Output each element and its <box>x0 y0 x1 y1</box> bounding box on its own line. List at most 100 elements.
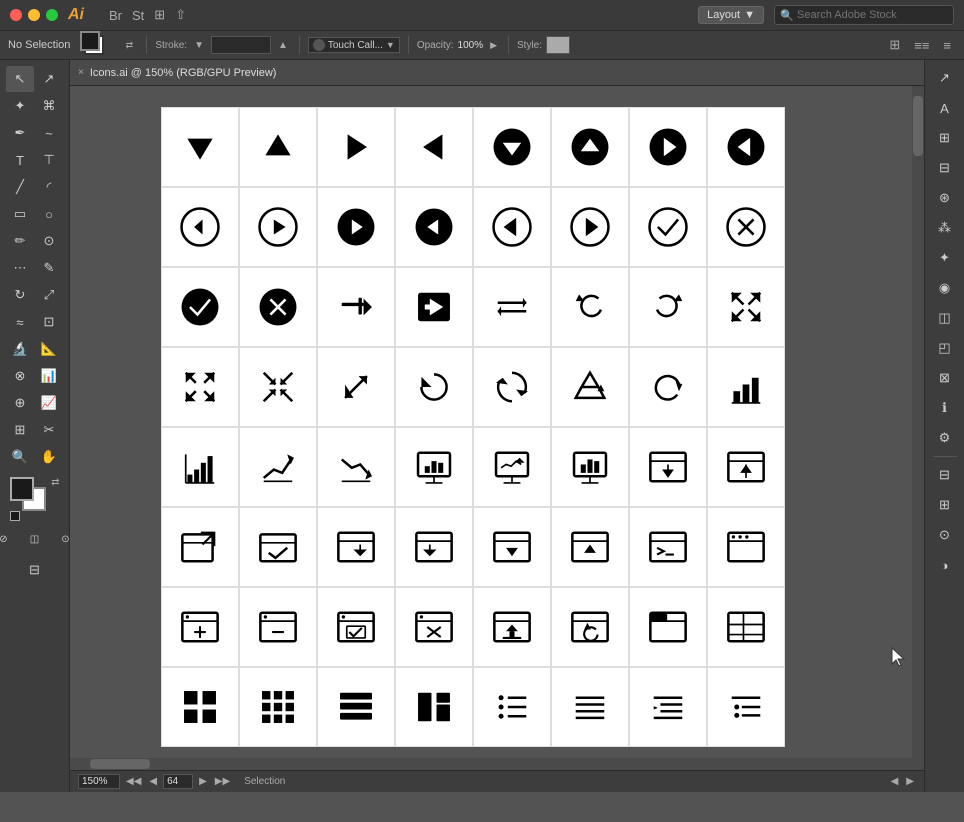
fill-stroke-widget[interactable] <box>80 31 114 59</box>
icon-forward-square[interactable] <box>395 267 473 347</box>
arrow-btn[interactable]: ⇧ <box>170 5 191 25</box>
vertical-scroll-thumb[interactable] <box>913 96 923 156</box>
reset-colors-icon[interactable] <box>10 511 20 521</box>
icon-share[interactable] <box>473 587 551 667</box>
blob-brush-tool[interactable]: ⊙ <box>35 228 63 254</box>
canvas-scroll[interactable] <box>70 86 924 770</box>
icon-4grid[interactable] <box>161 667 239 747</box>
slice-tool[interactable]: ✂ <box>35 417 63 443</box>
cc-library-btn[interactable]: ⊞ <box>930 124 960 152</box>
tab-close-btn[interactable]: × <box>78 67 84 78</box>
icon-9grid[interactable] <box>239 667 317 747</box>
transparency-btn[interactable]: ◰ <box>930 334 960 362</box>
links-btn[interactable]: ⊛ <box>930 184 960 212</box>
properties-btn[interactable]: ⊟ <box>930 154 960 182</box>
icon-circle-outline-left[interactable] <box>161 187 239 267</box>
stroke-weight-up[interactable]: ▲ <box>275 39 291 52</box>
gradient-btn[interactable]: ◫ <box>21 526 49 552</box>
icon-recycle[interactable] <box>551 347 629 427</box>
appearance-btn[interactable]: ◉ <box>930 274 960 302</box>
horizontal-scroll-thumb[interactable] <box>90 759 150 769</box>
scale-tool[interactable]: ⤢ <box>35 282 63 308</box>
icon-circle-arrow-left-2[interactable] <box>395 187 473 267</box>
more-btn[interactable]: ≡ <box>938 36 956 55</box>
symbol-sprayer-tool[interactable]: ⊕ <box>6 390 34 416</box>
icon-candlestick[interactable] <box>473 427 551 507</box>
icon-circle-arrow-down[interactable] <box>473 107 551 187</box>
icon-circle-x[interactable] <box>707 187 785 267</box>
icon-swap[interactable] <box>473 267 551 347</box>
touch-type-tool[interactable]: ⊤ <box>35 147 63 173</box>
icon-lines-list[interactable] <box>551 667 629 747</box>
icon-undo[interactable] <box>551 267 629 347</box>
artboard-tool[interactable]: ⊞ <box>6 417 34 443</box>
icon-arrow-right-filled[interactable] <box>317 107 395 187</box>
pencil-tool[interactable]: ✎ <box>35 255 63 281</box>
status-nav-right[interactable]: ▶ <box>904 776 916 787</box>
layers-btn[interactable]: ⊟ <box>930 461 960 489</box>
select-tool[interactable]: ↖ <box>6 66 34 92</box>
icon-circle-outline-play[interactable] <box>239 187 317 267</box>
layout-button[interactable]: Layout ▼ <box>698 6 764 24</box>
icon-circle-arrow-right[interactable] <box>629 107 707 187</box>
icon-2col-grid[interactable] <box>395 667 473 747</box>
icon-shrink[interactable] <box>239 347 317 427</box>
fg-color-swatch[interactable] <box>10 477 34 501</box>
icon-window-close[interactable] <box>395 587 473 667</box>
artboard-number-input[interactable] <box>163 774 193 789</box>
fill-swatch[interactable] <box>80 31 100 51</box>
icon-rotate[interactable] <box>395 347 473 427</box>
paintbrush-tool[interactable]: ✏ <box>6 228 34 254</box>
column-graph-tool[interactable]: 📈 <box>35 390 63 416</box>
arrange-btn[interactable]: ⊞ <box>884 35 905 55</box>
icon-diagonal-arrow[interactable] <box>317 347 395 427</box>
icon-circle-check[interactable] <box>629 187 707 267</box>
bridge-btn[interactable]: Br <box>104 6 127 25</box>
screen-mode-btn[interactable]: ⊟ <box>21 557 49 583</box>
icon-terminal[interactable] <box>629 507 707 587</box>
icon-list-view[interactable] <box>317 667 395 747</box>
typekit-btn[interactable]: St <box>127 6 149 25</box>
direct-select-tool[interactable]: ↗ <box>35 66 63 92</box>
free-transform-tool[interactable]: ⊡ <box>35 309 63 335</box>
icon-arrow-up-filled[interactable] <box>239 107 317 187</box>
icon-arrow-left-filled[interactable] <box>395 107 473 187</box>
icon-dropdown-up[interactable] <box>551 507 629 587</box>
icon-window-checkbox[interactable] <box>317 587 395 667</box>
magic-wand-tool[interactable]: ✦ <box>6 93 34 119</box>
icon-trend-up[interactable] <box>239 427 317 507</box>
icon-chart-presentation[interactable] <box>395 427 473 507</box>
minimize-button[interactable] <box>28 9 40 21</box>
swatches-btn[interactable]: ⊙ <box>930 521 960 549</box>
icon-reply[interactable] <box>317 267 395 347</box>
touch-call-dropdown[interactable]: Touch Call... ▼ <box>308 37 400 53</box>
stroke-preview[interactable] <box>211 36 271 54</box>
icon-filled-check[interactable] <box>161 267 239 347</box>
export-btn[interactable]: ↗ <box>930 64 960 92</box>
style-swatch[interactable] <box>546 36 570 54</box>
zoom-tool[interactable]: 🔍 <box>6 444 34 470</box>
zoom-input[interactable]: 150% <box>78 774 120 789</box>
nav-prev-btn[interactable]: ◀ <box>147 776 159 787</box>
bar-graph-tool[interactable]: 📊 <box>35 363 63 389</box>
icon-bullet-list[interactable] <box>473 667 551 747</box>
icon-filled-x[interactable] <box>239 267 317 347</box>
lasso-tool[interactable]: ⌘ <box>35 93 63 119</box>
icon-window-back[interactable] <box>395 507 473 587</box>
icon-arrow-down-filled[interactable] <box>161 107 239 187</box>
close-button[interactable] <box>10 9 22 21</box>
icon-bullet-indent-list[interactable] <box>707 667 785 747</box>
icon-circle-left-3[interactable] <box>473 187 551 267</box>
icon-circular-arrows[interactable] <box>473 347 551 427</box>
stroke-panel-btn[interactable]: ⊠ <box>930 364 960 392</box>
icon-expand[interactable] <box>161 347 239 427</box>
shaper-tool[interactable]: ⋯ <box>6 255 34 281</box>
icon-redo[interactable] <box>629 267 707 347</box>
swap-colors-icon[interactable]: ⇄ <box>51 477 59 488</box>
eyedropper-tool[interactable]: 🔬 <box>6 336 34 362</box>
zoom-button[interactable] <box>46 9 58 21</box>
line-tool[interactable]: ╱ <box>6 174 34 200</box>
color-guide-panel-btn[interactable]: ◑ <box>930 551 960 579</box>
blend-tool[interactable]: ⊗ <box>6 363 34 389</box>
vertical-scrollbar[interactable] <box>912 86 924 770</box>
